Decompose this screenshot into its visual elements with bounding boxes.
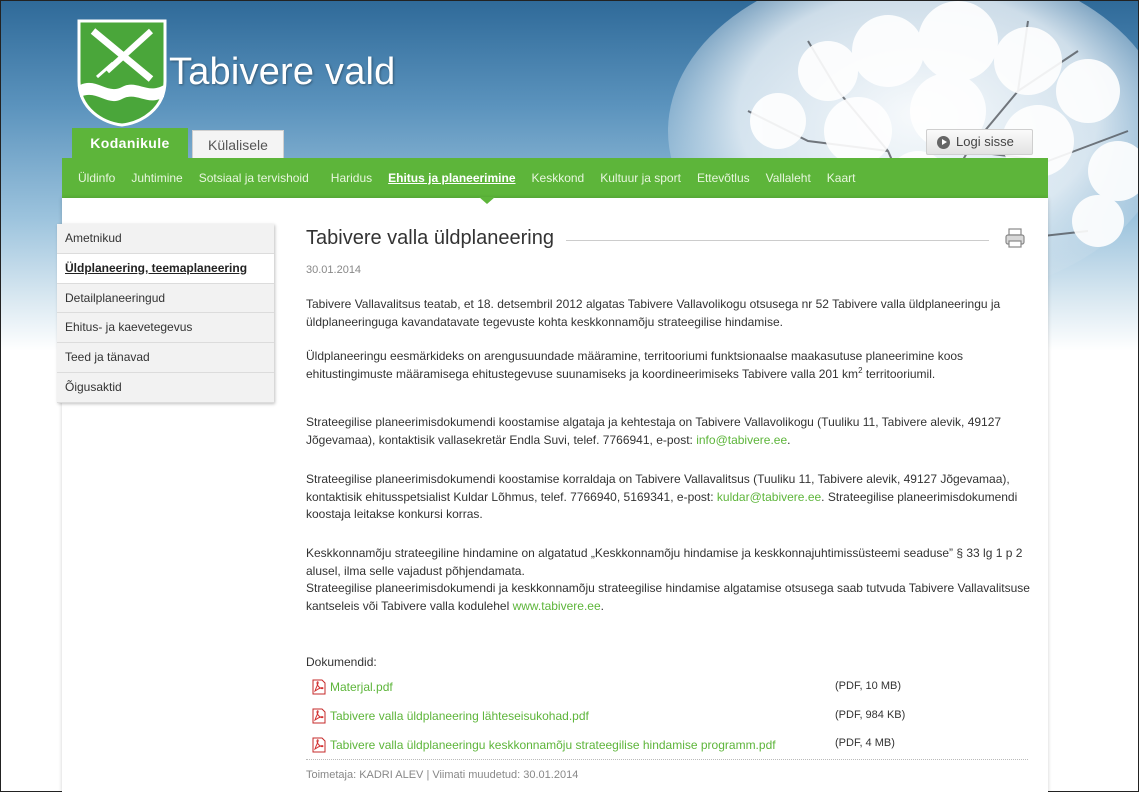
nav-item-kultuur[interactable]: Kultuur ja sport [600,171,681,185]
paragraph-5-end: . [600,598,604,613]
nav-item-ehitus[interactable]: Ehitus ja planeerimine [388,171,515,185]
paragraph-5-line-2: Strateegilise planeerimisdokumendi ja ke… [306,581,1030,613]
title-divider [564,240,989,241]
login-button[interactable]: Logi sisse [926,129,1033,155]
documents-label: Dokumendid: [306,655,377,669]
active-nav-indicator [479,197,495,204]
document-link[interactable]: Tabivere valla üldplaneeringu keskkonnam… [330,738,776,752]
article-date: 30.01.2014 [306,264,362,276]
page-title: Tabivere valla üldplaneering [306,227,566,250]
paragraph-3-end: . [787,432,791,447]
nav-item-uldinfo[interactable]: Üldinfo [78,171,115,185]
paragraph-4: Strateegilise planeerimisdokumendi koost… [306,471,1031,524]
document-row: Materjal.pdf [311,678,393,696]
paragraph-3-text: Strateegilise planeerimisdokumendi koost… [306,415,1002,447]
paragraph-1: Tabivere Vallavalitsus teatab, et 18. de… [306,297,1001,329]
email-link-kuldar[interactable]: kuldar@tabivere.ee [717,490,821,504]
document-link[interactable]: Materjal.pdf [330,680,393,694]
pdf-icon [312,737,326,753]
paragraph-2-end: territooriumil. [862,366,936,381]
nav-item-vallaleht[interactable]: Vallaleht [766,171,811,185]
site-title[interactable]: Tabivere vald [169,51,396,94]
sidebar-item-teed-tanavad[interactable]: Teed ja tänavad [57,343,274,373]
nav-item-keskkond[interactable]: Keskkond [532,171,585,185]
main-navigation: Üldinfo Juhtimine Sotsiaal ja tervishoid… [62,158,1048,198]
paragraph-5-line-1: Keskkonnamõju strateegiline hindamine on… [306,546,1023,578]
tab-kulalisele[interactable]: Külalisele [192,130,284,158]
coat-of-arms-logo [77,19,167,127]
editor-info: Toimetaja: KADRI ALEV | Viimati muudetud… [306,769,579,781]
arrow-right-circle-icon [937,135,950,149]
sidebar-item-ehitus-kaevetegevus[interactable]: Ehitus- ja kaevetegevus [57,313,274,344]
nav-item-ettevotlus[interactable]: Ettevõtlus [697,171,750,185]
paragraph-2: Üldplaneeringu eesmärkideks on arengusuu… [306,348,1031,383]
pdf-icon [312,708,326,724]
paragraph-5: Keskkonnamõju strateegiline hindamine on… [306,545,1031,615]
sidebar-item-detailplaneeringud[interactable]: Detailplaneeringud [57,283,274,314]
document-link[interactable]: Tabivere valla üldplaneering lähteseisuk… [330,709,589,723]
nav-item-haridus[interactable]: Haridus [331,171,372,185]
email-link-info[interactable]: info@tabivere.ee [696,433,787,447]
document-size: (PDF, 10 MB) [835,680,902,692]
document-row: Tabivere valla üldplaneering lähteseisuk… [311,707,589,725]
sidebar-item-uldplaneering[interactable]: Üldplaneering, teemaplaneering [57,253,274,284]
nav-item-juhtimine[interactable]: Juhtimine [131,171,182,185]
document-size: (PDF, 4 MB) [835,737,895,749]
nav-item-sotsiaal[interactable]: Sotsiaal ja tervishoid [199,171,309,185]
side-navigation: Ametnikud Üldplaneering, teemaplaneering… [57,224,274,403]
document-row: Tabivere valla üldplaneeringu keskkonnam… [311,736,776,754]
login-label: Logi sisse [956,134,1014,149]
paragraph-3: Strateegilise planeerimisdokumendi koost… [306,414,1031,449]
document-size: (PDF, 984 KB) [835,709,906,721]
sidebar-item-ametnikud[interactable]: Ametnikud [57,224,274,254]
website-link[interactable]: www.tabivere.ee [513,599,601,613]
tab-kodanikule[interactable]: Kodanikule [72,128,188,158]
nav-item-kaart[interactable]: Kaart [827,171,856,185]
sidebar-item-oigusaktid[interactable]: Õigusaktid [57,372,274,403]
footer-divider [306,759,1028,760]
printer-icon[interactable] [1004,227,1026,249]
pdf-icon [312,679,326,695]
